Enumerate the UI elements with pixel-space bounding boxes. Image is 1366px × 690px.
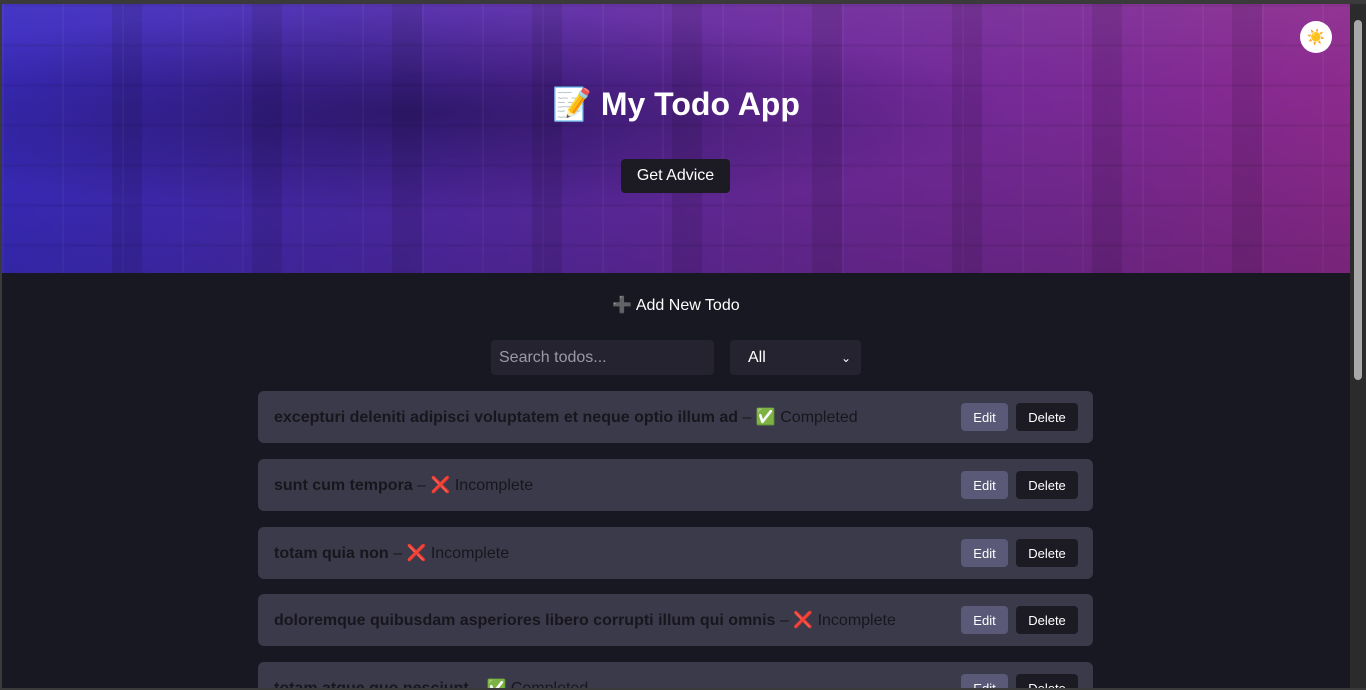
todo-item: totam quia non – ❌ Incomplete Edit Delet… xyxy=(258,527,1093,579)
todo-status: ❌ Incomplete xyxy=(793,612,896,629)
todo-item: sunt cum tempora – ❌ Incomplete Edit Del… xyxy=(258,459,1093,511)
delete-button[interactable]: Delete xyxy=(1016,403,1078,431)
search-input[interactable] xyxy=(491,340,714,375)
todo-separator: – xyxy=(412,477,431,494)
todo-status: ❌ Incomplete xyxy=(406,545,510,562)
todo-separator: – xyxy=(738,409,756,426)
page-scrollbar[interactable] xyxy=(1350,4,1366,688)
todo-title: doloremque quibusdam asperiores libero c… xyxy=(274,612,776,629)
delete-button[interactable]: Delete xyxy=(1016,674,1078,688)
todo-separator: – xyxy=(469,680,487,688)
edit-button[interactable]: Edit xyxy=(961,606,1008,634)
todo-separator: – xyxy=(775,612,794,629)
todo-title: sunt cum tempora xyxy=(274,477,413,494)
todo-status: ✅ Completed xyxy=(486,680,588,688)
todo-item: excepturi deleniti adipisci voluptatem e… xyxy=(258,391,1093,443)
todo-title: excepturi deleniti adipisci voluptatem e… xyxy=(274,409,739,426)
get-advice-button[interactable]: Get Advice xyxy=(621,159,730,193)
hero-banner: ☀️ 📝 My Todo App Get Advice xyxy=(2,4,1350,273)
delete-button[interactable]: Delete xyxy=(1016,471,1078,499)
todo-text: doloremque quibusdam asperiores libero c… xyxy=(274,610,961,630)
status-filter-select[interactable]: All ⌄ xyxy=(730,340,861,375)
todo-text: sunt cum tempora – ❌ Incomplete xyxy=(274,475,961,495)
todo-item: doloremque quibusdam asperiores libero c… xyxy=(258,594,1093,646)
edit-button[interactable]: Edit xyxy=(961,539,1008,567)
edit-button[interactable]: Edit xyxy=(961,403,1008,431)
app-window: ☀️ 📝 My Todo App Get Advice ➕ Add New To… xyxy=(2,4,1350,688)
delete-button[interactable]: Delete xyxy=(1016,539,1078,567)
filter-selected-value: All xyxy=(748,348,766,366)
todo-item: totam atque quo nesciunt – ✅ Completed E… xyxy=(258,662,1093,688)
todo-title: totam atque quo nesciunt xyxy=(274,680,469,688)
add-new-todo-button[interactable]: ➕ Add New Todo xyxy=(2,296,1350,316)
delete-button[interactable]: Delete xyxy=(1016,606,1078,634)
todo-title: totam quia non xyxy=(274,545,389,562)
todo-status: ❌ Incomplete xyxy=(430,477,534,494)
todo-text: excepturi deleniti adipisci voluptatem e… xyxy=(274,407,961,427)
edit-button[interactable]: Edit xyxy=(961,674,1008,688)
edit-button[interactable]: Edit xyxy=(961,471,1008,499)
todo-text: totam atque quo nesciunt – ✅ Completed xyxy=(274,678,961,688)
todo-status: ✅ Completed xyxy=(755,409,858,426)
todo-separator: – xyxy=(388,545,407,562)
page-title: 📝 My Todo App xyxy=(552,86,800,122)
theme-toggle-sun-icon[interactable]: ☀️ xyxy=(1300,21,1332,53)
todo-text: totam quia non – ❌ Incomplete xyxy=(274,543,961,563)
scrollbar-thumb[interactable] xyxy=(1354,20,1362,380)
chevron-down-icon: ⌄ xyxy=(840,350,851,365)
